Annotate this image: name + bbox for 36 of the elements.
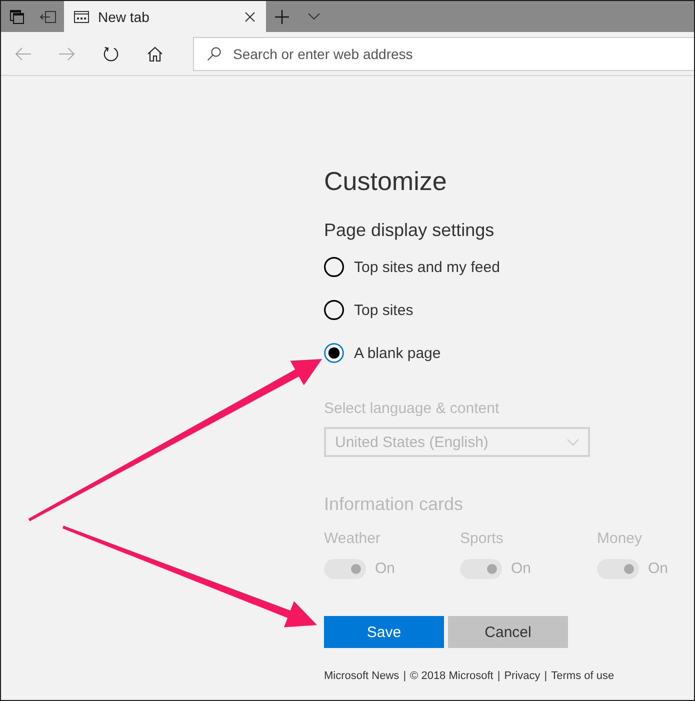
- toggle-state-text: On: [648, 559, 668, 579]
- search-icon: [207, 47, 221, 61]
- section-heading: Information cards: [324, 493, 464, 516]
- radio-button[interactable]: [324, 343, 344, 363]
- footer-text: Privacy: [504, 669, 540, 683]
- save-button[interactable]: Save: [324, 616, 444, 648]
- option-label[interactable]: A blank page: [354, 344, 441, 362]
- radio-button[interactable]: [324, 257, 344, 277]
- toggle-label: Money: [597, 529, 644, 549]
- section-heading: Page display settings: [324, 219, 496, 242]
- cancel-button[interactable]: Cancel: [448, 616, 568, 648]
- plus-icon[interactable]: [275, 10, 289, 24]
- field-label: Select language & content: [324, 399, 500, 419]
- toggle-state-text: On: [511, 559, 532, 579]
- page-title: Customize: [324, 165, 448, 197]
- footer-text: Terms of use: [551, 669, 614, 683]
- footer-separator: |: [544, 669, 548, 683]
- refresh-icon[interactable]: [103, 46, 119, 62]
- radio-button[interactable]: [324, 300, 344, 320]
- footer-text: Microsoft News: [324, 669, 400, 683]
- toggle-label: Sports: [460, 529, 504, 549]
- chevron-down-icon: [567, 438, 579, 446]
- chevron-down-icon[interactable]: [308, 13, 320, 20]
- footer-separator: |: [497, 669, 500, 683]
- toggle-label: Weather: [324, 529, 382, 549]
- home-icon[interactable]: [147, 46, 163, 62]
- option-label[interactable]: Top sites: [354, 302, 414, 318]
- close-icon[interactable]: [245, 12, 255, 22]
- footer-text: © 2018 Microsoft: [410, 669, 494, 683]
- stacked-windows-icon[interactable]: [10, 10, 24, 24]
- tab-page-icon: [74, 10, 89, 22]
- arrow-box-icon[interactable]: [40, 10, 56, 22]
- browser-tab[interactable]: New tab: [64, 1, 266, 32]
- option-label[interactable]: Top sites and my feed: [354, 258, 500, 276]
- footer-separator: |: [403, 669, 406, 683]
- toggle-state-text: On: [375, 559, 396, 579]
